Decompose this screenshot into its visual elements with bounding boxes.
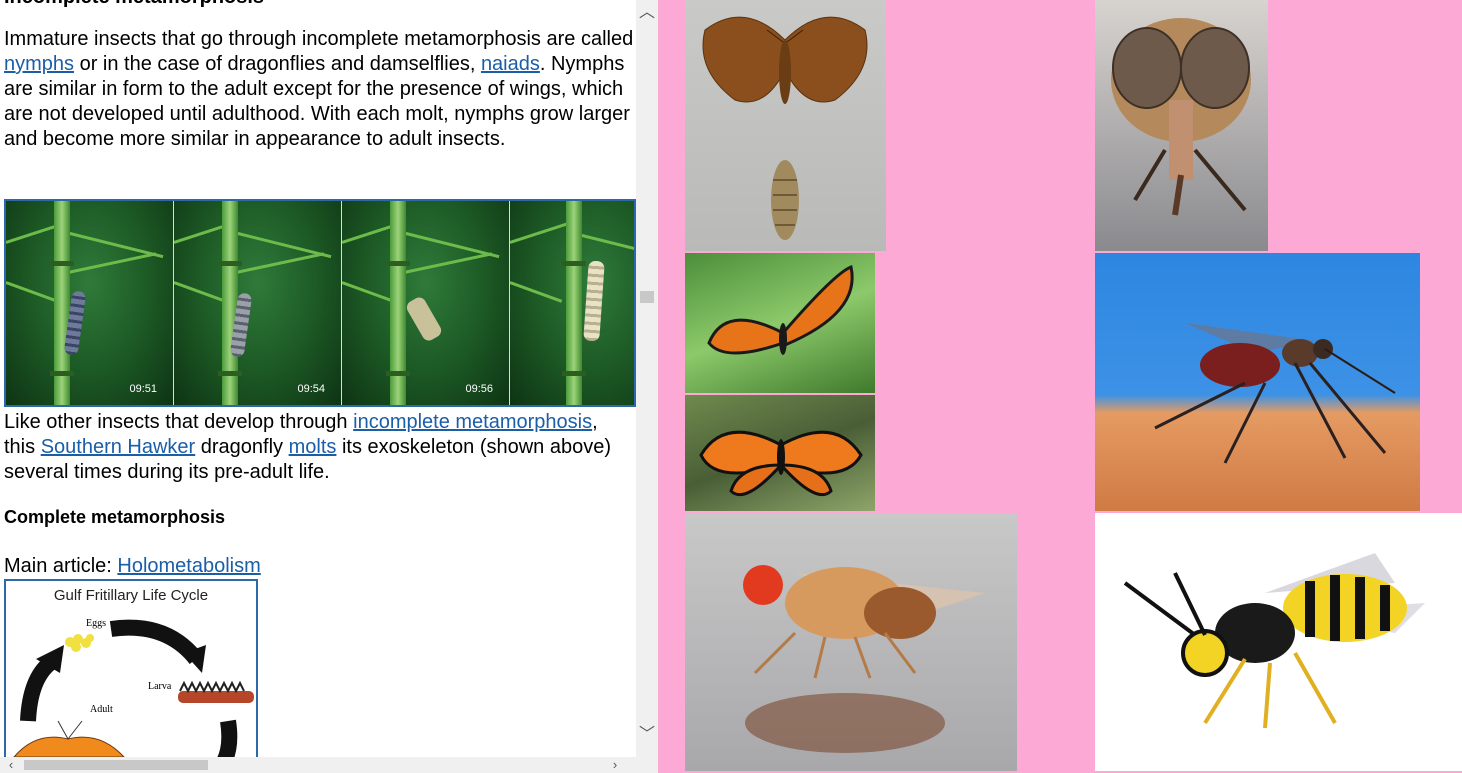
dragonfly-molt-image-strip[interactable]: 09:51 09:54 09:56	[4, 199, 636, 407]
molt-frame-2: 09:54	[174, 201, 342, 405]
text-run: dragonfly	[195, 436, 289, 458]
link-southern-hawker[interactable]: Southern Hawker	[41, 436, 196, 458]
fruit-fly-image[interactable]	[685, 513, 1017, 771]
timestamp: 09:54	[297, 383, 325, 395]
label-larva: Larva	[148, 681, 172, 692]
life-cycle-diagram[interactable]: Gulf Fritillary Life Cycle Eggs Larva Ad…	[4, 579, 258, 764]
fly-icon	[1111, 18, 1251, 216]
label-adult: Adult	[90, 704, 113, 715]
clipped-heading: Incomplete metamorphosis	[4, 0, 264, 9]
butterfly-icon	[699, 430, 863, 497]
fruit-fly-icon	[743, 565, 985, 753]
butterfly-icon	[707, 264, 854, 355]
link-naiads[interactable]: naiads	[481, 53, 540, 75]
cycle-arrows	[12, 619, 254, 762]
moth-icon	[702, 16, 868, 240]
paragraph-dragonfly-caption: Like other insects that develop through …	[4, 410, 634, 485]
mosquito-icon	[1154, 323, 1396, 464]
monarch-butterfly-image[interactable]	[685, 395, 875, 511]
scroll-up-arrow[interactable]: ︿	[636, 2, 658, 24]
scroll-right-arrow[interactable]: ›	[606, 757, 624, 773]
link-nymphs[interactable]: nymphs	[4, 53, 74, 75]
article-pane: Incomplete metamorphosis Immature insect…	[0, 0, 658, 773]
main-article-line: Main article: Holometabolism	[4, 554, 634, 579]
link-incomplete-metamorphosis[interactable]: incomplete metamorphosis	[353, 411, 592, 433]
molt-frame-4: 1	[510, 201, 634, 405]
link-holometabolism[interactable]: Holometabolism	[117, 555, 260, 577]
insect-gallery	[658, 0, 1462, 773]
viceroy-butterfly-image[interactable]	[685, 253, 875, 393]
vertical-scrollbar[interactable]: ︿ ﹀	[636, 0, 658, 773]
heading-complete-metamorphosis: Complete metamorphosis	[4, 507, 226, 527]
text-run: Like other insects that develop through	[4, 411, 354, 433]
mosquito-image[interactable]	[1095, 253, 1420, 511]
wasp-image[interactable]	[1095, 513, 1462, 771]
vertical-scroll-thumb[interactable]	[640, 291, 654, 303]
paragraph-incomplete-metamorphosis: Immature insects that go through incompl…	[4, 27, 634, 152]
scroll-left-arrow[interactable]: ‹	[2, 757, 20, 773]
molt-frame-3: 09:56	[342, 201, 510, 405]
horizontal-scroll-thumb[interactable]	[24, 760, 208, 770]
wasp-icon	[1123, 553, 1425, 729]
text-run: Immature insects that go through incompl…	[4, 28, 634, 50]
text-run: Main article:	[4, 555, 118, 577]
moth-and-pupa-image[interactable]	[685, 0, 886, 251]
timestamp: 09:56	[465, 383, 493, 395]
fly-head-image[interactable]	[1095, 0, 1268, 251]
timestamp: 09:51	[129, 383, 157, 395]
molt-frame-1: 09:51	[6, 201, 174, 405]
link-molts[interactable]: molts	[289, 436, 337, 458]
text-run: or in the case of dragonflies and damsel…	[74, 53, 481, 75]
label-eggs: Eggs	[86, 618, 106, 629]
horizontal-scrollbar[interactable]: ‹ ›	[0, 757, 636, 773]
scroll-down-arrow[interactable]: ﹀	[636, 724, 658, 746]
